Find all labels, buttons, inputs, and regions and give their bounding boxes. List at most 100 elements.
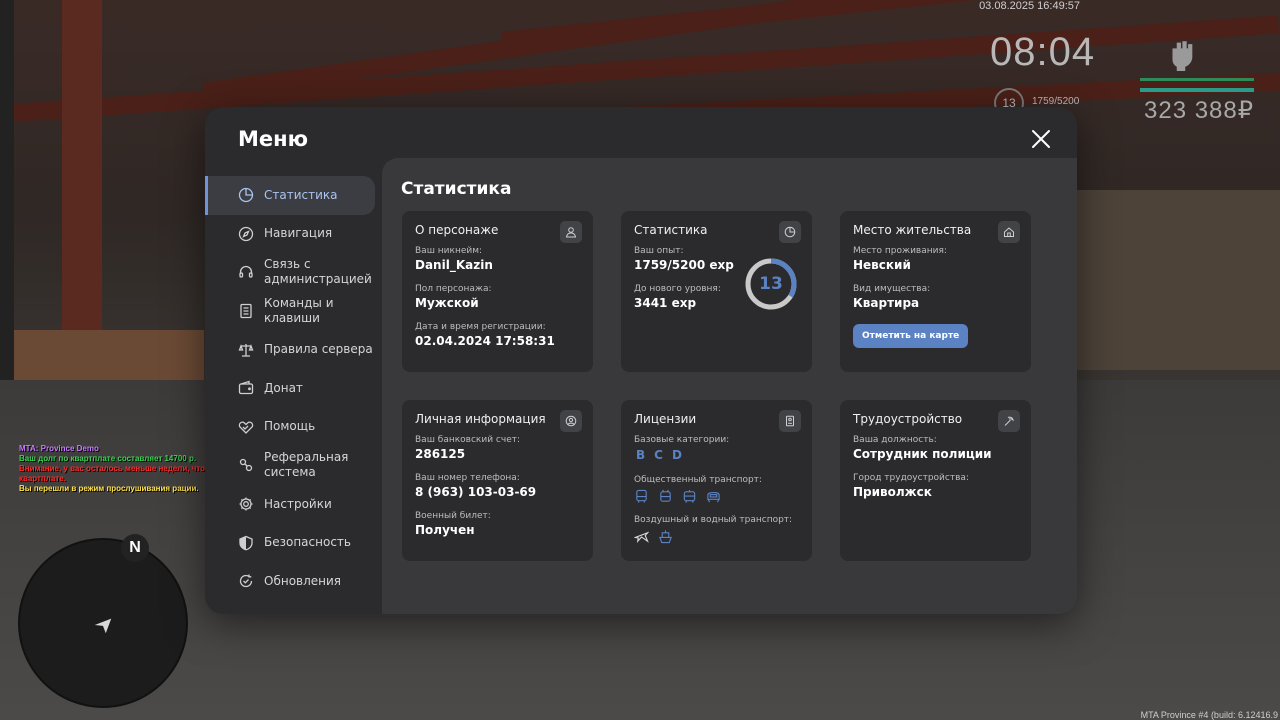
card-title: О персонаже (415, 223, 499, 237)
field-label: Общественный транспорт: (634, 475, 762, 485)
keyboard-doc-icon (240, 303, 252, 319)
sidebar: Статистика Навигация Связь с администрац… (205, 176, 381, 601)
card-title: Место жительства (853, 223, 972, 237)
card-character: О персонаже Ваш никнейм: Danil_Kazin Пол… (402, 211, 593, 372)
category-b: B (636, 448, 646, 462)
trolleybus-icon (660, 489, 671, 502)
north-marker: N (121, 534, 149, 562)
sidebar-item-navigation[interactable]: Навигация (205, 215, 381, 254)
bank-account-value: 286125 (415, 447, 466, 461)
sidebar-item-label: Связь с администрацией (264, 257, 372, 287)
scales-icon (238, 343, 254, 357)
sidebar-item-rules[interactable]: Правила сервера (205, 330, 381, 369)
pie-chart-icon (779, 221, 801, 243)
referral-icon (239, 459, 253, 472)
hud-exp: 1759/5200 (1032, 96, 1080, 107)
player-arrow-icon (92, 614, 114, 636)
sidebar-item-label: Настройки (264, 496, 332, 511)
mark-on-map-button[interactable]: Отметить на карте (853, 324, 969, 348)
shield-icon (239, 535, 253, 551)
card-title: Лицензии (634, 412, 697, 426)
card-licenses: Лицензии Базовые категории: B C D Общест… (621, 400, 812, 561)
field-label: Ваш номер телефона: (415, 473, 520, 483)
hud-clock: 08:04 (990, 30, 1096, 74)
sidebar-item-commands[interactable]: Команды и клавиши (205, 292, 381, 331)
build-info: MTA Province #4 (build: 6.12416.9 (1140, 710, 1278, 720)
boat-icon (659, 530, 672, 544)
hud-datetime: 03.08.2025 16:49:57 (979, 0, 1080, 12)
close-button[interactable] (1031, 129, 1051, 149)
sidebar-item-label: Обновления (264, 573, 342, 588)
field-label: Город трудоустройства: (853, 473, 969, 483)
sidebar-item-label: Навигация (264, 226, 333, 241)
sidebar-item-label: Команды и клавиши (264, 296, 334, 326)
sidebar-item-updates[interactable]: Обновления (205, 562, 381, 601)
air-water-icons (634, 529, 799, 544)
card-title: Личная информация (415, 412, 546, 426)
field-label: Ваш никнейм: (415, 246, 483, 256)
field-label: Ваш банковский счет: (415, 435, 521, 445)
sidebar-item-label: Правила сервера (264, 342, 373, 357)
gear-icon (239, 497, 253, 511)
public-transport-icons (634, 489, 799, 504)
sidebar-item-label: Помощь (264, 419, 316, 434)
compass-icon (238, 226, 254, 242)
field-label: Дата и время регистрации: (415, 322, 546, 332)
card-title: Трудоустройство (853, 412, 963, 426)
sidebar-item-help[interactable]: Помощь (205, 408, 381, 447)
handshake-heart-icon (238, 421, 254, 434)
health-bar (1140, 78, 1254, 81)
military-id-value: Получен (415, 523, 475, 537)
armor-bar (1140, 88, 1254, 92)
wallet-icon (238, 380, 254, 395)
content-panel: Статистика О персонаже Ваш никнейм: Dani… (382, 158, 1077, 614)
field-label: Место проживания: (853, 246, 947, 256)
field-label: Ваша должность: (853, 435, 937, 445)
field-label: Военный билет: (415, 511, 491, 521)
hud-money: 323 388₽ (1144, 97, 1255, 124)
fist-icon (1164, 36, 1198, 72)
sidebar-item-security[interactable]: Безопасность (205, 523, 381, 562)
field-label: Воздушный и водный транспорт: (634, 515, 793, 525)
property-value: Квартира (853, 296, 920, 310)
card-personal-info: Личная информация Ваш банковский счет: 2… (402, 400, 593, 561)
field-label: Пол персонажа: (415, 284, 492, 294)
menu-window: Меню Статистика Навигация Связь с админи… (205, 107, 1077, 614)
sidebar-item-statistics[interactable]: Статистика (205, 176, 375, 215)
card-statistics: Статистика Ваш опыт: 1759/5200 exp До но… (621, 211, 812, 372)
category-c: C (654, 448, 663, 462)
card-residence: Место жительства Место проживания: Невск… (840, 211, 1031, 372)
field-label: Базовые категории: (634, 435, 730, 445)
work-city-value: Приволжск (853, 485, 932, 499)
registration-value: 02.04.2024 17:58:31 (415, 334, 555, 348)
refresh-check-icon (239, 574, 253, 588)
field-label: Вид имущества: (853, 284, 931, 294)
bus-icon (636, 489, 647, 503)
gender-value: Мужской (415, 296, 479, 310)
position-value: Сотрудник полиции (853, 447, 992, 461)
pickaxe-icon (998, 410, 1020, 432)
user-icon (560, 221, 582, 243)
sidebar-item-label: Донат (264, 380, 303, 395)
phone-value: 8 (963) 103-03-69 (415, 485, 537, 499)
airplane-icon (634, 531, 649, 543)
card-employment: Трудоустройство Ваша должность: Сотрудни… (840, 400, 1031, 561)
sidebar-item-donate[interactable]: Донат (205, 369, 381, 408)
sidebar-item-admin-contact[interactable]: Связь с администрацией (205, 253, 381, 292)
sidebar-item-label: Безопасность (264, 535, 351, 550)
level-number: 13 (759, 274, 783, 294)
nickname-value: Danil_Kazin (415, 258, 493, 272)
sidebar-item-referral[interactable]: Реферальная система (205, 446, 381, 485)
field-label: Ваш опыт: (634, 246, 684, 256)
close-icon (1032, 130, 1050, 148)
card-title: Статистика (634, 223, 708, 237)
tram-icon (683, 489, 696, 503)
sidebar-item-label: Статистика (264, 187, 338, 202)
sidebar-item-settings[interactable]: Настройки (205, 485, 381, 524)
license-categories: B C D (636, 448, 799, 462)
sidebar-item-label: Реферальная система (264, 450, 349, 480)
pie-chart-icon (238, 188, 254, 203)
residence-value: Невский (853, 258, 911, 272)
metro-icon (707, 491, 720, 503)
headset-icon (239, 266, 253, 279)
